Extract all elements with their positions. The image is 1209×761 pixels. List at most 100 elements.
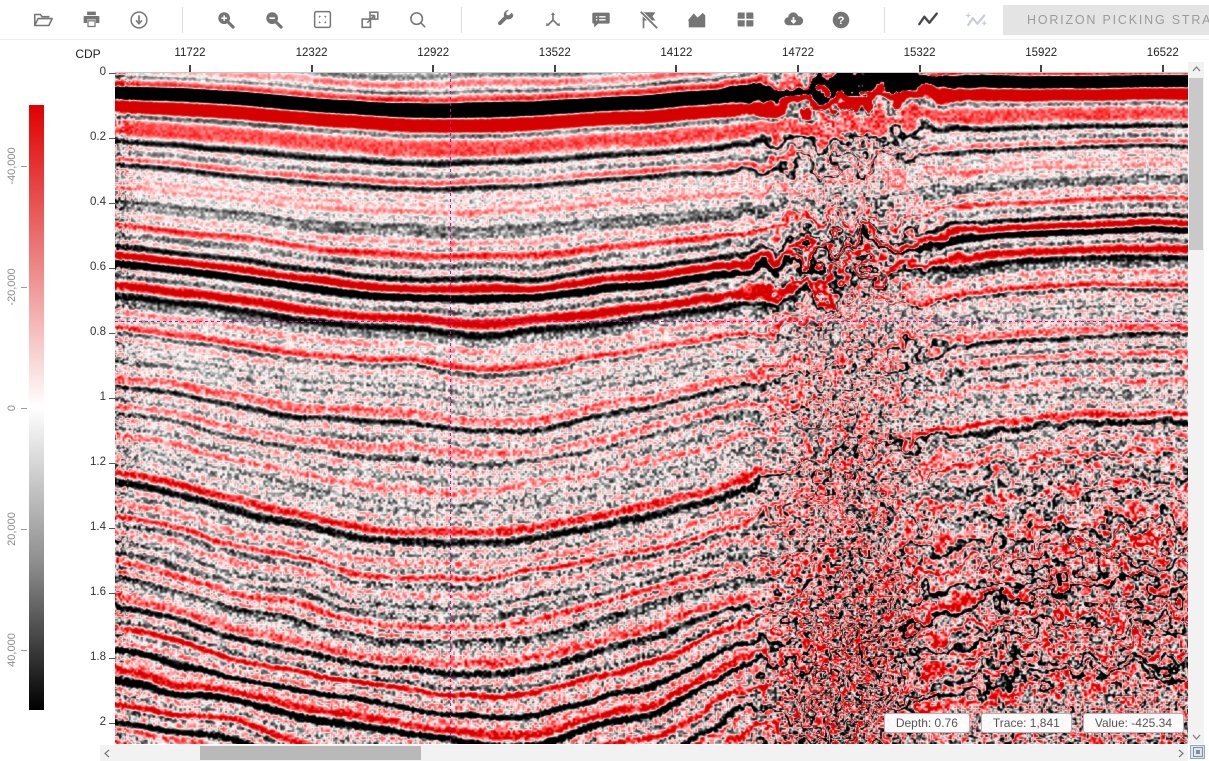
horizontal-scrollbar-thumb[interactable]	[200, 746, 421, 760]
cdp-tick-label: 12922	[398, 47, 468, 59]
cdp-tick-label: 12322	[277, 47, 347, 59]
layout-corner-button[interactable]	[1190, 745, 1205, 759]
cdp-tick-label: 14122	[641, 47, 711, 59]
zoom-out-icon	[263, 9, 285, 31]
toolbar: ? HORIZON PICKING STRATEGY	[0, 0, 1209, 40]
colorbar-tick-mark	[21, 650, 27, 651]
open-new-window-icon	[359, 9, 381, 31]
cdp-tick-label: 15922	[1006, 47, 1076, 59]
vertical-scrollbar[interactable]	[1188, 62, 1204, 744]
search-icon	[407, 9, 429, 31]
cdp-tick-mark	[675, 65, 677, 72]
fit-extents-icon	[312, 9, 333, 30]
svg-text:?: ?	[838, 15, 845, 27]
cdp-tick-mark	[919, 65, 921, 72]
vertical-scrollbar-thumb[interactable]	[1189, 78, 1203, 250]
toolbar-separator	[182, 7, 183, 33]
annotation-comment-icon	[590, 9, 612, 31]
help-button[interactable]: ?	[824, 3, 858, 37]
line-chart-button[interactable]	[680, 3, 714, 37]
zoom-in-button[interactable]	[209, 3, 243, 37]
depth-tick-label: 0.8	[0, 326, 106, 338]
cdp-tick-label: 14722	[763, 47, 833, 59]
annotation-comment-button[interactable]	[584, 3, 618, 37]
cdp-axis-title: CDP	[62, 47, 114, 61]
status-readout: Depth: 0.76 Trace: 1,841 Value: -425.34	[884, 713, 1184, 733]
settings-wrench-button[interactable]	[488, 3, 522, 37]
colorbar-label: 0	[6, 368, 20, 448]
axes-3d-button[interactable]	[536, 3, 570, 37]
open-file-button[interactable]	[26, 3, 60, 37]
toolbar-separator	[884, 7, 885, 33]
download-circle-button[interactable]	[122, 3, 156, 37]
horizontal-scrollbar[interactable]	[100, 745, 1188, 761]
colorbar-label: -40,000	[6, 126, 20, 206]
colorbar-panel: 00.20.40.60.811.21.41.61.82-40,000-20,00…	[0, 72, 115, 744]
depth-tick-label: 1.6	[0, 586, 106, 598]
auto-pick-polyline-button[interactable]	[959, 3, 993, 37]
seismic-image[interactable]	[115, 73, 1188, 744]
cdp-tick-label: 13522	[520, 47, 590, 59]
seismic-section-plot: Depth: 0.76 Trace: 1,841 Value: -425.34	[115, 72, 1188, 744]
colorbar-label: -20,000	[6, 247, 20, 327]
cdp-tick-label: 16522	[1128, 47, 1198, 59]
colorbar-label: 40,000	[6, 610, 20, 690]
cdp-tick-mark	[189, 65, 191, 72]
cdp-tick-label: 11722	[155, 47, 225, 59]
seismic-viewer-app: ? HORIZON PICKING STRATEGY CDP 11722 1232…	[0, 0, 1209, 761]
cloud-download-icon	[782, 8, 805, 31]
scroll-down-button[interactable]	[1188, 730, 1204, 744]
open-new-window-button[interactable]	[353, 3, 387, 37]
trace-readout: Trace: 1,841	[981, 713, 1072, 733]
axes-3d-icon	[542, 9, 564, 31]
toolbar-separator	[461, 7, 462, 33]
cloud-download-button[interactable]	[776, 3, 810, 37]
pick-polyline-icon	[916, 9, 940, 31]
chevron-up-icon	[1192, 66, 1201, 72]
cdp-axis: CDP 11722 12322 12922 13522 14122 14722 15322 1…	[0, 40, 1209, 72]
help-icon: ?	[830, 9, 852, 31]
scroll-up-button[interactable]	[1188, 62, 1204, 76]
download-circle-icon	[128, 9, 150, 31]
search-button[interactable]	[401, 3, 435, 37]
print-icon	[81, 9, 102, 30]
colorbar-tick-mark	[21, 408, 27, 409]
cdp-tick-mark	[1162, 65, 1164, 72]
settings-wrench-icon	[495, 9, 516, 30]
depth-tick-label: 0	[0, 66, 106, 78]
scroll-left-button[interactable]	[100, 745, 114, 761]
line-chart-icon	[686, 9, 708, 31]
cdp-tick-mark	[432, 65, 434, 72]
hide-annotations-icon	[638, 9, 660, 31]
value-readout: Value: -425.34	[1083, 713, 1184, 733]
colorbar-tick-mark	[21, 287, 27, 288]
colorbar-tick-mark	[21, 529, 27, 530]
restore-layout-icon	[1193, 747, 1203, 757]
chevron-down-icon	[1192, 734, 1201, 740]
depth-tick-label: 2	[0, 716, 106, 728]
hide-annotations-button[interactable]	[632, 3, 666, 37]
horizon-picking-strategy-button[interactable]: HORIZON PICKING STRATEGY	[1003, 5, 1209, 35]
chevron-left-icon	[104, 749, 110, 758]
scroll-right-button[interactable]	[1174, 745, 1188, 761]
pick-polyline-button[interactable]	[911, 3, 945, 37]
toolbar-icon-groups: ?	[26, 3, 993, 37]
colorbar-label: 20,000	[6, 489, 20, 569]
data-table-button[interactable]	[728, 3, 762, 37]
cdp-tick-mark	[1040, 65, 1042, 72]
depth-readout: Depth: 0.76	[884, 713, 970, 733]
zoom-out-button[interactable]	[257, 3, 291, 37]
auto-pick-polyline-icon	[964, 9, 988, 31]
cdp-tick-mark	[554, 65, 556, 72]
cdp-tick-label: 15322	[885, 47, 955, 59]
cdp-tick-mark	[311, 65, 313, 72]
depth-tick-label: 1.2	[0, 456, 106, 468]
colorbar-tick-mark	[21, 166, 27, 167]
zoom-in-icon	[215, 9, 237, 31]
print-button[interactable]	[74, 3, 108, 37]
chevron-right-icon	[1178, 749, 1184, 758]
data-table-icon	[735, 9, 756, 30]
cdp-tick-mark	[797, 65, 799, 72]
fit-extents-button[interactable]	[305, 3, 339, 37]
open-file-icon	[32, 9, 54, 31]
